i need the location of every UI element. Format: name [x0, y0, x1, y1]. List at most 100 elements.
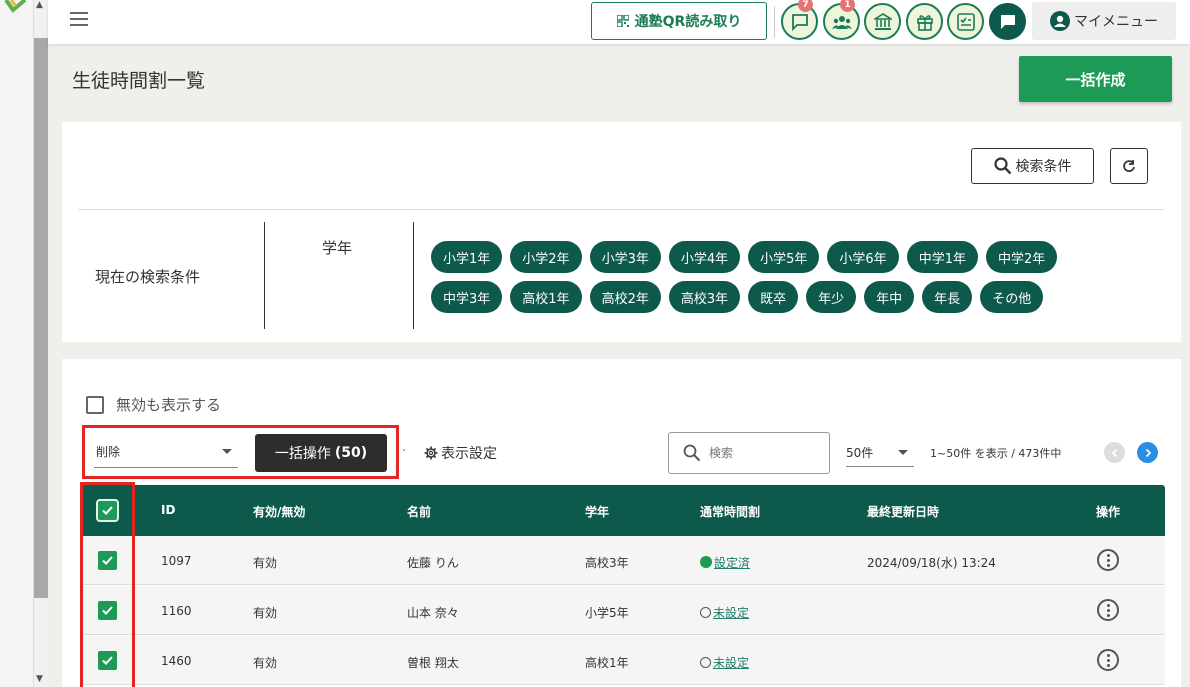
cell-name: 山本 奈々 — [407, 606, 459, 620]
column-header-grade[interactable]: 学年 — [585, 503, 609, 520]
grade-chip[interactable]: 年長 — [922, 281, 973, 313]
school-button[interactable] — [864, 3, 901, 40]
refresh-button[interactable] — [1110, 148, 1148, 184]
cell-status: 有効 — [253, 656, 278, 670]
cell-schedule: 未設定 — [700, 604, 749, 621]
app-header: 通塾QR読み取り 7 1 マイメニュー — [48, 0, 1190, 44]
show-invalid-label: 無効も表示する — [116, 396, 222, 414]
prev-page-button[interactable] — [1104, 442, 1125, 463]
header-divider — [774, 6, 775, 38]
grade-chip[interactable]: 中学1年 — [906, 241, 978, 273]
search-icon — [683, 444, 701, 462]
grade-chip[interactable]: 高校1年 — [510, 281, 582, 313]
search-conditions-card: 検索条件 現在の検索条件 学年 小学1年 小学2年 小学3年 小学4年 小学5年 小学6年… — [62, 122, 1181, 342]
more-options-icon[interactable] — [1097, 649, 1119, 671]
grade-chip[interactable]: その他 — [980, 281, 1044, 313]
column-header-updated[interactable]: 最終更新日時 — [867, 503, 939, 520]
my-menu-button[interactable]: マイメニュー — [1032, 2, 1176, 40]
table-header: ID 有効/無効 名前 学年 通常時間割 最終更新日時 操作 — [80, 485, 1165, 536]
cell-status: 有効 — [253, 556, 278, 570]
separator-dot — [403, 449, 405, 451]
empty-circle-icon — [700, 657, 711, 668]
grade-label: 学年 — [322, 239, 353, 257]
checklist-button[interactable] — [947, 3, 984, 40]
grade-chip[interactable]: 小学2年 — [510, 241, 582, 273]
table-row[interactable]: 1460 有効 曽根 翔太 高校1年 未設定 — [80, 636, 1165, 685]
grade-chip[interactable]: 小学5年 — [748, 241, 820, 273]
cell-schedule: 設定済 — [700, 554, 750, 571]
page-title: 生徒時間割一覧 — [72, 70, 206, 92]
current-conditions-label: 現在の検索条件 — [95, 268, 201, 286]
display-settings-button[interactable]: 表示設定 — [424, 443, 497, 463]
show-invalid-checkbox[interactable]: 無効も表示する — [86, 394, 221, 415]
student-list-card: 無効も表示する 削除 一括操作(50) 表示設定 50件 1~50件 を表示 /… — [62, 359, 1181, 687]
dropdown-caret-icon — [898, 450, 908, 455]
grade-chip[interactable]: 高校2年 — [589, 281, 661, 313]
more-options-icon[interactable] — [1097, 599, 1119, 621]
grade-chip[interactable]: 中学3年 — [431, 281, 503, 313]
chat-icon — [1000, 14, 1015, 29]
search-conditions-button[interactable]: 検索条件 — [971, 148, 1094, 184]
cell-id: 1097 — [161, 554, 192, 568]
cell-id: 1160 — [161, 604, 192, 618]
grade-chip[interactable]: 高校3年 — [668, 281, 741, 313]
more-options-icon[interactable] — [1097, 549, 1119, 571]
gift-icon — [916, 14, 933, 31]
per-page-select[interactable]: 50件 — [846, 439, 914, 467]
qr-scan-button[interactable]: 通塾QR読み取り — [591, 2, 767, 40]
pagination-range: 1~50件 を表示 / 473件中 — [930, 447, 1062, 460]
highlight-box-checkboxes — [80, 482, 135, 687]
students-button[interactable]: 1 — [823, 0, 860, 40]
grade-chip[interactable]: 小学1年 — [431, 241, 503, 273]
search-field[interactable] — [668, 432, 830, 474]
grade-chip-list: 小学1年 小学2年 小学3年 小学4年 小学5年 小学6年 中学1年 中学2年中学3年 高校1年… — [431, 241, 1111, 313]
column-header-status[interactable]: 有効/無効 — [253, 503, 305, 520]
schedule-link[interactable]: 設定済 — [714, 556, 750, 570]
divider-vertical — [264, 222, 265, 329]
account-circle-icon — [1050, 11, 1070, 31]
group-icon — [831, 15, 852, 29]
browser-side-strip — [0, 0, 34, 687]
column-header-schedule[interactable]: 通常時間割 — [700, 503, 760, 520]
scroll-up-arrow-icon[interactable]: ▲ — [36, 0, 43, 10]
app-logo-icon — [4, 0, 27, 13]
gift-button[interactable] — [906, 3, 943, 40]
hamburger-menu-icon[interactable] — [70, 12, 88, 26]
cell-grade: 高校1年 — [585, 656, 629, 670]
chat-bubble-icon — [791, 13, 808, 31]
search-input[interactable] — [709, 446, 809, 460]
schedule-link[interactable]: 未設定 — [713, 656, 749, 670]
grade-chip[interactable]: 年少 — [806, 281, 857, 313]
scrollbar-thumb[interactable] — [34, 38, 48, 598]
column-header-id[interactable]: ID — [161, 503, 175, 517]
chat-button[interactable] — [989, 3, 1026, 40]
qr-code-icon — [616, 15, 629, 27]
grade-chip[interactable]: 小学6年 — [827, 241, 899, 273]
grade-chip[interactable]: 既卒 — [748, 281, 799, 313]
scroll-down-arrow-icon[interactable]: ▼ — [36, 674, 43, 684]
bank-icon — [873, 12, 892, 30]
messages-button[interactable]: 7 — [781, 0, 818, 40]
grade-chip[interactable]: 中学2年 — [985, 241, 1058, 273]
refresh-icon — [1123, 160, 1135, 172]
next-page-button[interactable] — [1137, 442, 1158, 463]
grade-chip[interactable]: 小学3年 — [589, 241, 661, 273]
bulk-create-button[interactable]: 一括作成 — [1019, 56, 1172, 102]
column-header-name[interactable]: 名前 — [407, 503, 431, 520]
search-conditions-label: 検索条件 — [1015, 159, 1072, 175]
students-badge: 1 — [840, 0, 855, 12]
grade-chip[interactable]: 年中 — [864, 281, 915, 313]
my-menu-label: マイメニュー — [1074, 14, 1158, 30]
display-settings-label: 表示設定 — [441, 446, 497, 462]
schedule-link[interactable]: 未設定 — [713, 606, 749, 620]
divider-vertical — [413, 222, 414, 329]
cell-grade: 高校3年 — [585, 556, 629, 570]
table-row[interactable]: 1097 有効 佐藤 りん 高校3年 設定済 2024/09/18(水) 13:24 — [80, 536, 1165, 585]
chevron-right-icon — [1145, 448, 1151, 457]
cell-grade: 小学5年 — [585, 606, 629, 620]
table-row[interactable]: 1160 有効 山本 奈々 小学5年 未設定 — [80, 586, 1165, 635]
checkbox-icon[interactable] — [86, 395, 104, 414]
cell-schedule: 未設定 — [700, 654, 749, 671]
highlight-box-bulk-operation — [82, 425, 399, 479]
grade-chip[interactable]: 小学4年 — [668, 241, 741, 273]
